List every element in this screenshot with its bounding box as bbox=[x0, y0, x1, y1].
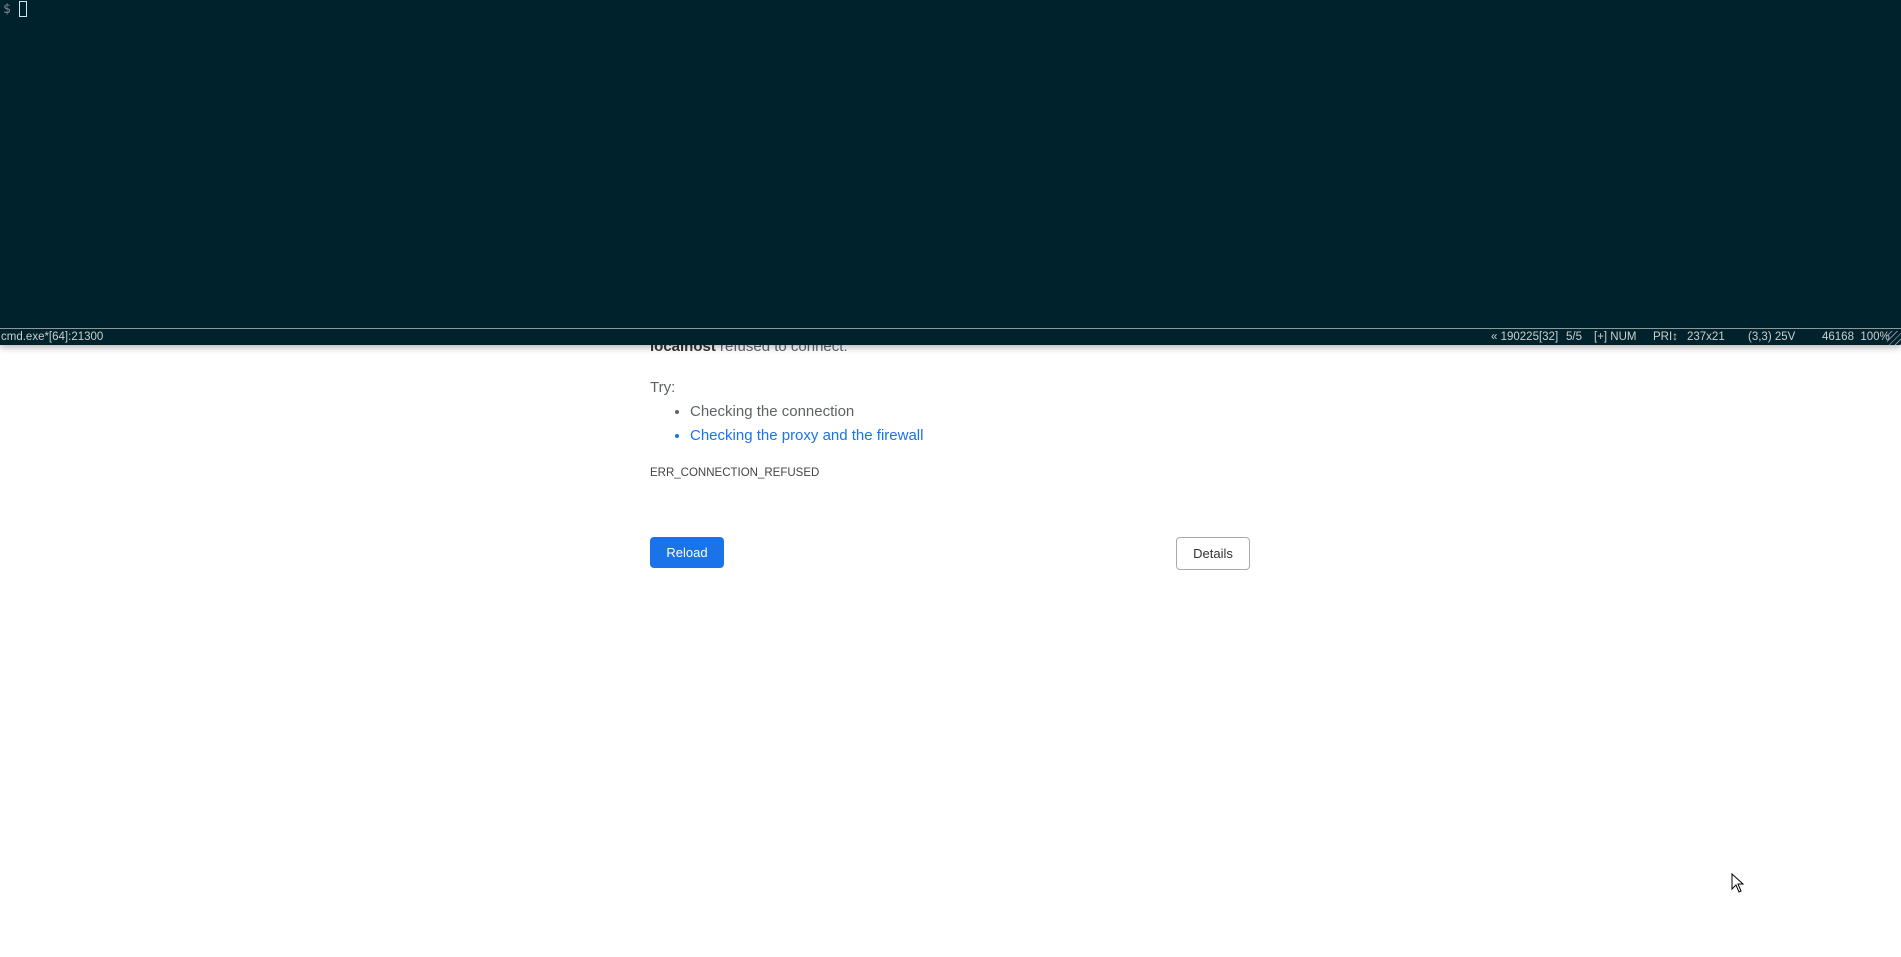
status-item[interactable]: [+] NUM bbox=[1594, 329, 1637, 345]
status-item[interactable]: 237x21 bbox=[1687, 329, 1725, 345]
mouse-pointer-icon bbox=[1731, 873, 1745, 893]
status-item[interactable]: (3,3) 25V bbox=[1748, 329, 1795, 345]
error-code: ERR_CONNECTION_REFUSED bbox=[650, 467, 820, 479]
suggestion-item: Checking the connection bbox=[690, 402, 923, 426]
terminal-prompt: $ bbox=[3, 2, 11, 17]
status-item[interactable]: PRI↕ bbox=[1653, 329, 1678, 345]
status-item[interactable]: « 190225[32] bbox=[1491, 329, 1558, 345]
status-item[interactable]: 46168 100% bbox=[1822, 329, 1890, 345]
proxy-firewall-link[interactable]: Checking the proxy and the firewall bbox=[690, 426, 923, 450]
resize-grip-icon[interactable] bbox=[1887, 331, 1901, 345]
suggestions-list: Checking the connection Checking the pro… bbox=[690, 402, 923, 450]
details-button[interactable]: Details bbox=[1176, 537, 1250, 570]
try-label: Try: bbox=[650, 379, 676, 396]
terminal-cursor bbox=[19, 1, 27, 17]
status-console-title: cmd.exe*[64]:21300 bbox=[1, 331, 104, 343]
reload-button[interactable]: Reload bbox=[650, 537, 724, 568]
terminal-status-bar: cmd.exe*[64]:21300 « 190225[32] 5/5 [+] … bbox=[0, 328, 1901, 345]
terminal-window[interactable]: $ cmd.exe*[64]:21300 « 190225[32] 5/5 [+… bbox=[0, 0, 1901, 345]
status-item[interactable]: 5/5 bbox=[1566, 329, 1582, 345]
